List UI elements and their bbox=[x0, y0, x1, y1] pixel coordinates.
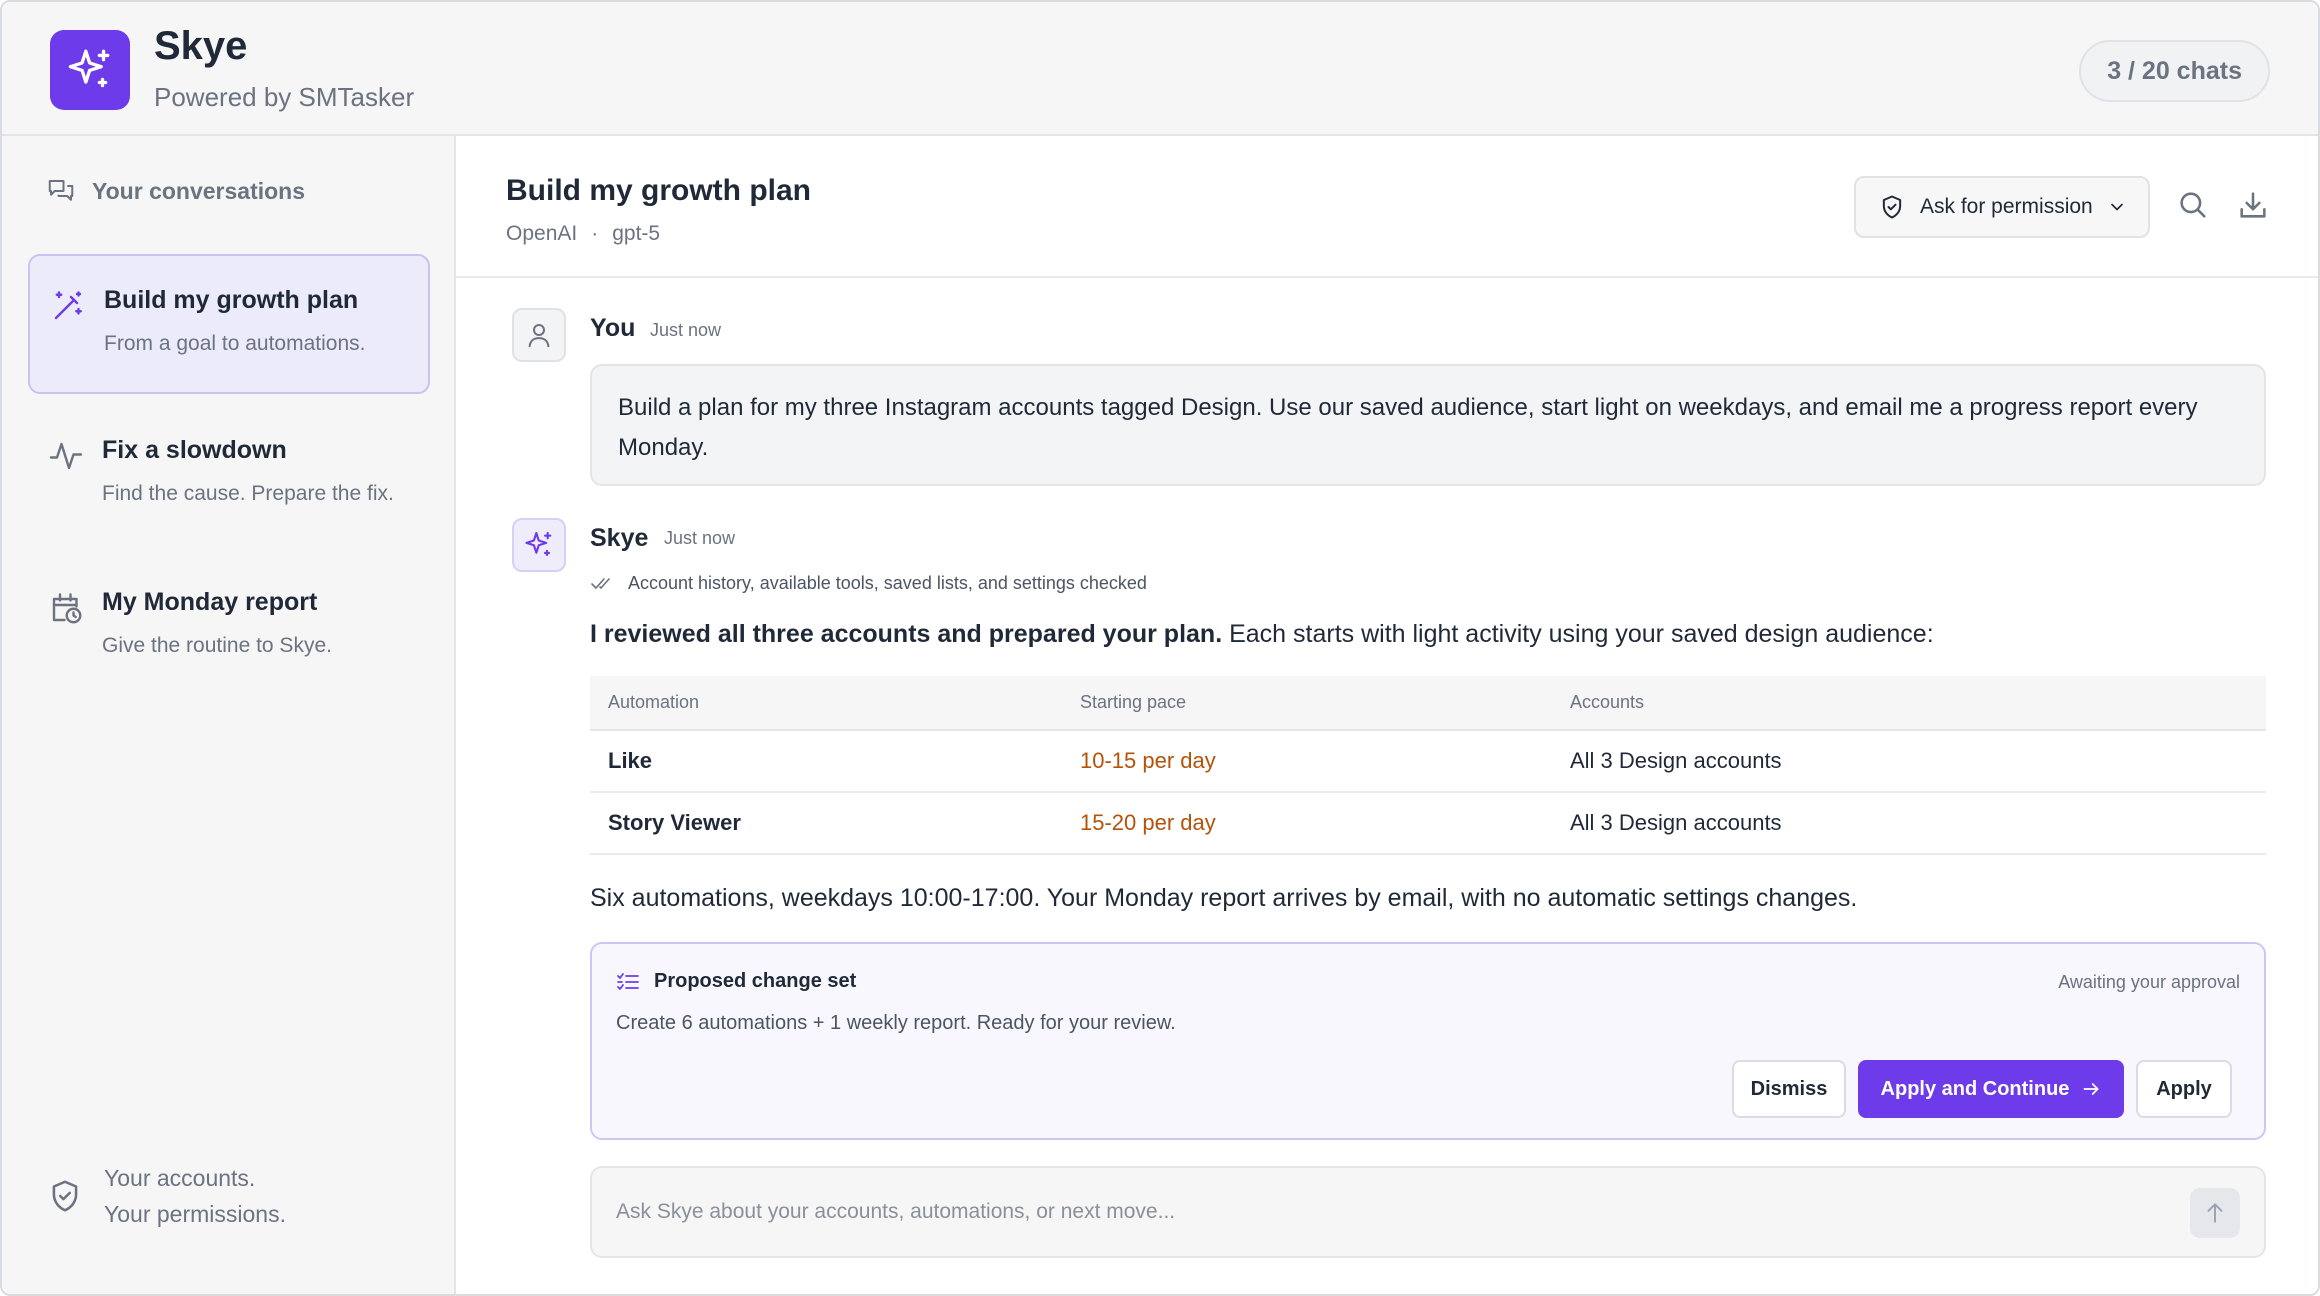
checklist-icon bbox=[617, 972, 639, 990]
footer-line-permissions: Your permissions. bbox=[104, 1201, 286, 1227]
app-window: Skye Powered by SMTasker 3 / 20 chats Yo… bbox=[0, 0, 2320, 1296]
conversation-subtitle: From a goal to automations. bbox=[104, 332, 366, 355]
automation-pace: 15-20 per day bbox=[1080, 792, 1570, 855]
conversation-title: Fix a slowdown bbox=[102, 436, 287, 464]
column-header-accounts: Accounts bbox=[1570, 676, 2266, 731]
permission-mode-dropdown[interactable]: Ask for permission bbox=[1854, 176, 2150, 238]
table-header-row: Automation Starting pace Accounts bbox=[590, 676, 2266, 731]
change-set-title-label: Proposed change set bbox=[654, 970, 857, 992]
conversation-fix-slowdown[interactable]: Fix a slowdown Find the cause. Prepare t… bbox=[28, 406, 430, 546]
conversations-heading: Your conversations bbox=[46, 176, 305, 206]
meta-separator: · bbox=[591, 222, 599, 245]
user-icon bbox=[528, 324, 550, 348]
sparkle-icon bbox=[525, 531, 552, 557]
shield-check-icon bbox=[52, 1180, 78, 1212]
conversations-heading-label: Your conversations bbox=[92, 177, 306, 204]
conversation-title: My Monday report bbox=[102, 588, 318, 616]
skye-intro: I reviewed all three accounts and prepar… bbox=[590, 620, 1934, 649]
send-button[interactable] bbox=[2190, 1188, 2240, 1238]
automation-name: Like bbox=[590, 730, 1080, 793]
skye-sender-name: Skye bbox=[590, 524, 649, 552]
user-sender-name: You bbox=[590, 314, 636, 342]
user-message-time: Just now bbox=[650, 320, 722, 340]
conversation-title: Build my growth plan bbox=[104, 286, 359, 314]
conversation-build-growth-plan[interactable]: Build my growth plan From a goal to auto… bbox=[28, 254, 430, 394]
chat-model: gpt-5 bbox=[612, 222, 661, 245]
chevron-down-icon bbox=[2110, 203, 2123, 211]
arrow-right-icon bbox=[2083, 1083, 2099, 1095]
column-header-automation: Automation bbox=[590, 676, 1080, 731]
checks-status: Account history, available tools, saved … bbox=[590, 572, 1147, 594]
conversation-subtitle: Find the cause. Prepare the fix. bbox=[102, 482, 394, 505]
conversation-subtitle: Give the routine to Skye. bbox=[102, 634, 332, 657]
apply-and-continue-button[interactable]: Apply and Continue bbox=[1858, 1060, 2124, 1118]
table-row: Story Viewer 15-20 per day All 3 Design … bbox=[590, 792, 2266, 855]
skye-summary: Six automations, weekdays 10:00-17:00. Y… bbox=[590, 884, 1858, 912]
chat-meta: OpenAI · gpt-5 bbox=[506, 222, 660, 246]
permission-mode-label: Ask for permission bbox=[1920, 195, 2093, 218]
double-check-icon bbox=[591, 578, 610, 589]
sidebar-footer: Your accounts. Your permissions. bbox=[46, 1160, 286, 1232]
chat-bubbles-icon bbox=[48, 180, 74, 201]
message-composer bbox=[590, 1166, 2266, 1258]
column-header-pace: Starting pace bbox=[1080, 676, 1570, 731]
download-icon[interactable] bbox=[2236, 188, 2270, 222]
user-message-bubble: Build a plan for my three Instagram acco… bbox=[590, 364, 2266, 486]
app-name: Skye bbox=[154, 24, 248, 68]
chat-header: Build my growth plan OpenAI · gpt-5 Ask … bbox=[456, 136, 2318, 278]
checks-status-text: Account history, available tools, saved … bbox=[628, 572, 1147, 593]
message-input[interactable] bbox=[616, 1190, 2156, 1234]
skye-message-time: Just now bbox=[664, 528, 736, 548]
dismiss-button[interactable]: Dismiss bbox=[1732, 1060, 1846, 1118]
automation-plan-table: Automation Starting pace Accounts Like 1… bbox=[590, 676, 2266, 855]
sidebar-footer-text: Your accounts. Your permissions. bbox=[104, 1160, 286, 1232]
skye-logo bbox=[50, 30, 130, 110]
automation-name: Story Viewer bbox=[590, 792, 1080, 855]
proposed-change-set-card: Proposed change set Awaiting your approv… bbox=[590, 942, 2266, 1140]
chat-count-badge: 3 / 20 chats bbox=[2079, 40, 2270, 102]
sidebar: Your conversations Build my growth plan … bbox=[2, 136, 456, 1294]
search-icon[interactable] bbox=[2176, 188, 2210, 222]
conversation-monday-report[interactable]: My Monday report Give the routine to Sky… bbox=[28, 558, 430, 698]
automation-accounts: All 3 Design accounts bbox=[1570, 792, 2266, 855]
powered-by: Powered by SMTasker bbox=[154, 82, 415, 112]
top-bar: Skye Powered by SMTasker 3 / 20 chats bbox=[2, 2, 2318, 136]
chat-title: Build my growth plan bbox=[506, 174, 811, 207]
main-panel: Build my growth plan OpenAI · gpt-5 Ask … bbox=[456, 136, 2318, 1294]
skye-intro-bold: I reviewed all three accounts and prepar… bbox=[590, 620, 1223, 648]
skye-intro-rest: Each starts with light activity using yo… bbox=[1222, 620, 1934, 648]
change-set-description: Create 6 automations + 1 weekly report. … bbox=[616, 1012, 1176, 1034]
change-set-status: Awaiting your approval bbox=[2058, 972, 2240, 992]
calendar-clock-icon bbox=[52, 593, 82, 624]
automation-pace: 10-15 per day bbox=[1080, 730, 1570, 793]
magic-wand-icon bbox=[54, 291, 82, 320]
change-set-title: Proposed change set bbox=[616, 970, 856, 993]
footer-line-accounts: Your accounts. bbox=[104, 1165, 256, 1191]
user-avatar bbox=[512, 308, 566, 362]
apply-and-continue-label: Apply and Continue bbox=[1880, 1077, 2070, 1100]
table-row: Like 10-15 per day All 3 Design accounts bbox=[590, 730, 2266, 793]
sparkle-icon bbox=[68, 49, 110, 88]
shield-check-icon bbox=[1882, 195, 1902, 219]
skye-avatar bbox=[512, 518, 566, 572]
automation-accounts: All 3 Design accounts bbox=[1570, 730, 2266, 793]
arrow-up-icon bbox=[2207, 1203, 2223, 1223]
apply-button[interactable]: Apply bbox=[2136, 1060, 2232, 1118]
chat-provider: OpenAI bbox=[506, 222, 578, 245]
activity-pulse-icon bbox=[49, 442, 83, 470]
